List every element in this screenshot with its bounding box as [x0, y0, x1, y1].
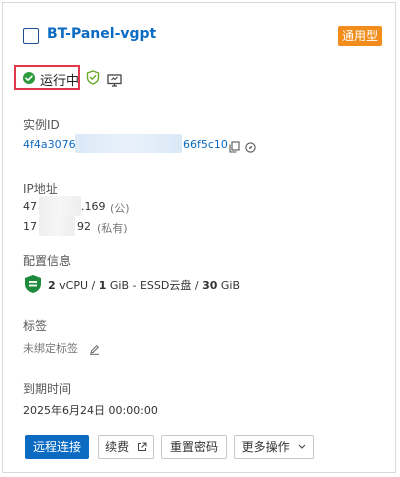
instance-id-suffix[interactable]: 66f5c10 — [183, 138, 228, 151]
private-ip-prefix: 17 — [23, 220, 37, 233]
external-link-icon — [137, 442, 147, 451]
expiry-label: 到期时间 — [23, 382, 72, 396]
shield-check-icon[interactable] — [86, 70, 100, 85]
ip-label: IP地址 — [23, 182, 58, 196]
instance-type-badge: 通用型 — [338, 26, 382, 46]
compass-icon[interactable] — [245, 138, 256, 153]
public-ip-prefix: 47 — [23, 200, 37, 213]
tags-label: 标签 — [23, 319, 48, 333]
instance-card: BT-Panel-vgpt 通用型 运行中 实例ID 4f4a3076 66f5… — [2, 2, 396, 473]
redacted-public-ip-mask — [39, 196, 81, 216]
check-circle-icon — [23, 72, 35, 84]
expiry-value: 2025年6月24日 00:00:00 — [23, 404, 158, 417]
public-ip-tag: (公) — [110, 202, 130, 215]
more-actions-dropdown[interactable]: 更多操作 — [234, 435, 314, 459]
memory-size: 1 — [98, 279, 107, 292]
reset-password-button[interactable]: 重置密码 — [161, 435, 227, 459]
disk-size: 30 — [202, 279, 218, 292]
disk-unit: GiB — [220, 279, 241, 292]
redacted-id-mask — [75, 134, 182, 153]
copy-icon[interactable] — [229, 138, 240, 153]
renew-button[interactable]: 续费 — [98, 435, 154, 459]
monitor-icon[interactable] — [107, 72, 122, 87]
more-actions-label: 更多操作 — [241, 440, 290, 454]
instance-id-label: 实例ID — [23, 118, 60, 132]
select-checkbox[interactable] — [23, 28, 39, 44]
remote-connect-button[interactable]: 远程连接 — [25, 435, 89, 459]
status-text: 运行中 — [40, 74, 80, 89]
chevron-down-icon — [299, 444, 306, 449]
tags-value: 未绑定标签 — [23, 342, 78, 355]
config-spec: 2 vCPU / 1 GiB - ESSD云盘 / 30 GiB — [48, 277, 240, 293]
instance-name-link[interactable]: BT-Panel-vgpt — [47, 26, 156, 42]
private-ip-tag: (私有) — [97, 222, 128, 235]
memory-unit: GiB - ESSD云盘 / — [109, 279, 199, 292]
redacted-private-ip-mask — [39, 216, 75, 236]
renew-label: 续费 — [105, 440, 130, 454]
private-ip-suffix: 92 — [77, 220, 91, 233]
vcpu-count: 2 — [48, 279, 56, 292]
config-label: 配置信息 — [23, 254, 72, 268]
vcpu-unit: vCPU / — [59, 279, 96, 292]
instance-id-prefix[interactable]: 4f4a3076 — [23, 138, 76, 151]
edit-icon[interactable] — [89, 340, 100, 355]
public-ip-suffix: .169 — [81, 200, 106, 213]
server-shield-icon — [24, 274, 42, 294]
